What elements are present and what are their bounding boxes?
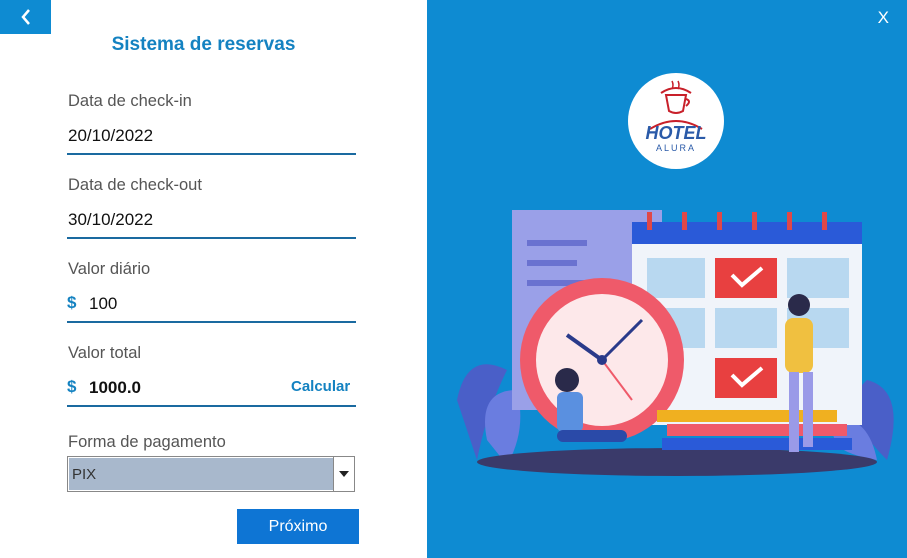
payment-selected-value: PIX [69,458,334,490]
payment-label: Forma de pagamento [68,433,226,451]
payment-select[interactable]: PIX [67,456,355,492]
checkout-input[interactable]: 30/10/2022 [68,210,153,230]
daily-currency-symbol: $ [67,293,77,312]
back-button[interactable] [0,0,51,34]
total-value-label: Valor total [68,344,142,362]
checkout-underline [67,237,356,239]
total-currency-symbol: $ [67,377,77,396]
next-button[interactable]: Próximo [237,509,359,544]
chevron-left-icon [20,9,30,25]
logo-line2: ALURA [656,143,696,153]
reservation-form-panel: Sistema de reservas Data de check-in 20/… [0,0,427,558]
daily-underline [67,321,356,323]
page-title: Sistema de reservas [111,34,296,55]
total-underline [67,405,356,407]
close-button[interactable]: X [878,8,889,28]
checkin-input[interactable]: 20/10/2022 [68,126,153,146]
checkout-label: Data de check-out [68,176,202,194]
checkin-underline [67,153,356,155]
logo-line1: HOTEL [646,123,707,143]
dropdown-arrow-icon[interactable] [333,457,354,491]
coffee-cup-icon: HOTEL ALURA [646,80,707,153]
calculate-button[interactable]: Calcular [291,378,350,395]
calendar-clock-illustration [457,210,894,476]
total-value-field: 1000.0 [89,378,141,397]
daily-value-input[interactable]: 100 [89,294,117,314]
checkin-label: Data de check-in [68,92,192,110]
illustration-panel: X HOTEL ALURA [427,0,907,558]
hotel-logo: HOTEL ALURA [628,73,724,169]
daily-value-label: Valor diário [68,260,151,278]
